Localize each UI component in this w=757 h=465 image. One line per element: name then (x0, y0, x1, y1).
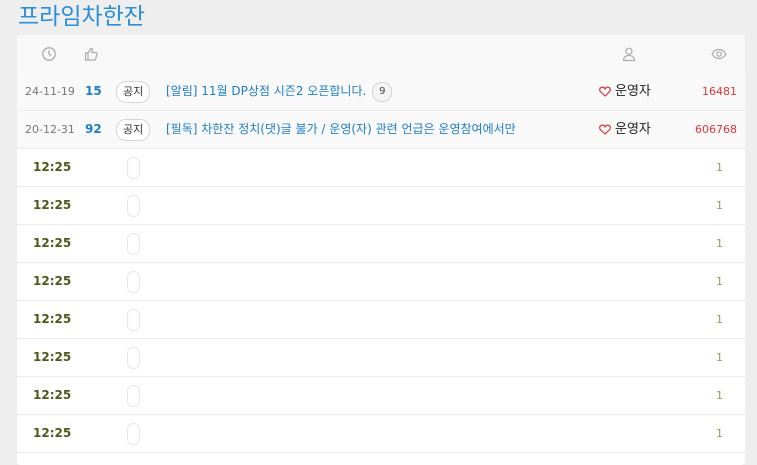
category-badge (127, 195, 140, 217)
notice-row[interactable]: 20-12-31 92 공지 [필독] 차한잔 정치(댓)글 불가 / 운영(자… (17, 111, 745, 149)
category-badge (127, 233, 140, 255)
post-subject-text[interactable]: [필독] 차한잔 정치(댓)글 불가 / 운영(자) 관련 언급은 운영참여에서… (166, 122, 516, 136)
post-row[interactable]: 12:25 1 (17, 415, 745, 453)
category-badge (127, 157, 140, 179)
board-title[interactable]: 프라임차한잔 (18, 2, 145, 32)
category-badge (127, 423, 140, 445)
eye-icon[interactable] (711, 46, 727, 62)
post-row[interactable]: 12:25 1 (17, 377, 745, 415)
category-badge (127, 271, 140, 293)
author-name[interactable]: 운영자 (615, 122, 651, 137)
post-time: 12:25 (33, 198, 72, 212)
post-date: 20-12-31 (25, 123, 75, 136)
post-subject-link[interactable]: [필독] 차한잔 정치(댓)글 불가 / 운영(자) 관련 언급은 운영참여에서… (166, 111, 516, 148)
post-list-panel: 24-11-19 15 공지 [알림] 11월 DP상점 시즌2 오픈합니다. 9… (17, 35, 745, 465)
clock-icon[interactable] (41, 46, 57, 62)
notice-badge: 공지 (116, 119, 151, 141)
post-row[interactable]: 12:25 1 (17, 301, 745, 339)
post-row[interactable]: 12:25 1 (17, 225, 745, 263)
post-views: 1 (716, 427, 723, 440)
post-views: 1 (716, 313, 723, 326)
post-views: 16481 (702, 85, 737, 98)
post-time: 12:25 (33, 274, 72, 288)
category-badge (127, 385, 140, 407)
user-icon[interactable] (621, 46, 637, 62)
post-time: 12:25 (33, 388, 72, 402)
post-row[interactable]: 12:25 1 (17, 263, 745, 301)
post-subject-text[interactable]: [알림] 11월 DP상점 시즌2 오픈합니다. (166, 84, 366, 98)
post-time: 12:25 (33, 160, 72, 174)
author-name[interactable]: 운영자 (615, 84, 651, 99)
category-badge (127, 347, 140, 369)
heart-icon (599, 124, 611, 135)
post-row[interactable]: 12:25 1 (17, 149, 745, 187)
post-views: 1 (716, 199, 723, 212)
post-time: 12:25 (33, 236, 72, 250)
post-views: 1 (716, 351, 723, 364)
post-row[interactable]: 12:25 1 (17, 339, 745, 377)
post-views: 1 (716, 161, 723, 174)
post-row[interactable]: 12:25 1 (17, 187, 745, 225)
post-views: 1 (716, 389, 723, 402)
comment-count-badge[interactable]: 9 (372, 81, 393, 102)
post-author[interactable]: 운영자 (599, 111, 651, 148)
post-subject-link[interactable]: [알림] 11월 DP상점 시즌2 오픈합니다. 9 (166, 73, 393, 110)
post-time: 12:25 (33, 350, 72, 364)
notice-badge: 공지 (116, 81, 151, 103)
post-time: 12:25 (33, 312, 72, 326)
post-views: 606768 (695, 123, 737, 136)
post-views: 1 (716, 237, 723, 250)
notice-row[interactable]: 24-11-19 15 공지 [알림] 11월 DP상점 시즌2 오픈합니다. 9… (17, 73, 745, 111)
post-date: 24-11-19 (25, 85, 75, 98)
thumbs-up-icon[interactable] (83, 46, 99, 62)
post-time: 12:25 (33, 426, 72, 440)
post-recommend-count: 15 (85, 84, 102, 98)
list-header (17, 35, 745, 73)
category-badge (127, 309, 140, 331)
post-recommend-count: 92 (85, 122, 102, 136)
post-views: 1 (716, 275, 723, 288)
post-author[interactable]: 운영자 (599, 73, 651, 110)
heart-icon (599, 86, 611, 97)
